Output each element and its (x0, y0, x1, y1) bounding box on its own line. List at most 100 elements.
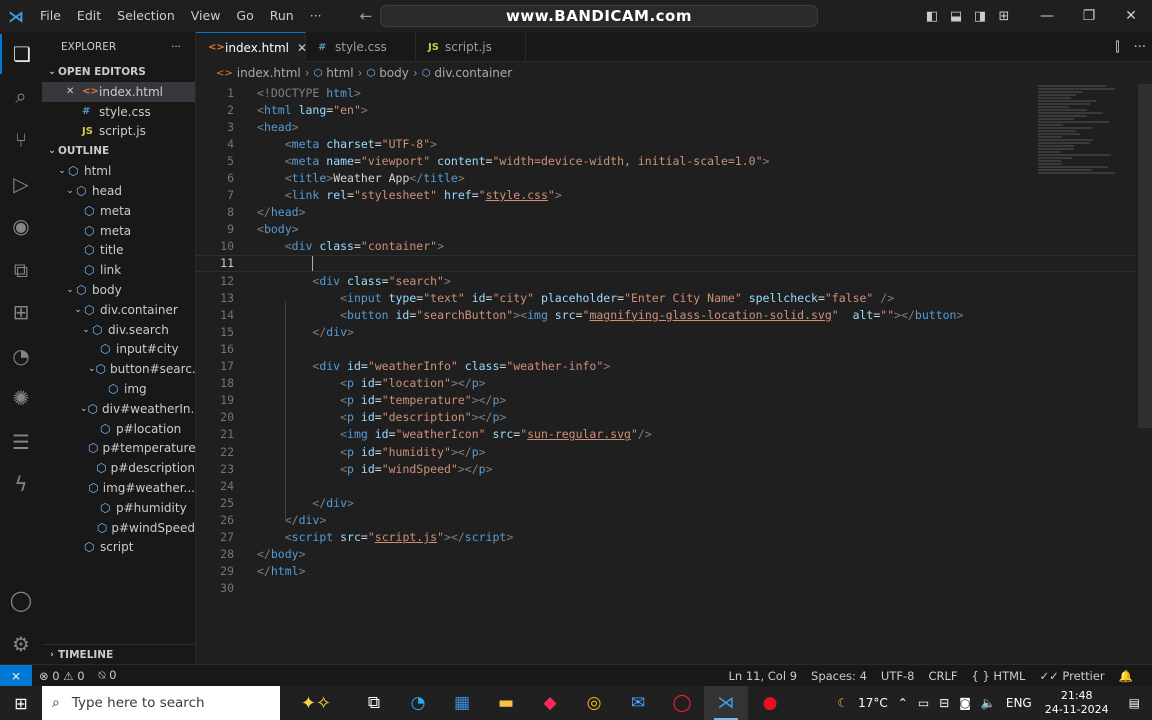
outline-item[interactable]: ⬡ p#description (42, 458, 195, 478)
code-editor[interactable]: 1 <!DOCTYPE html> 2 <html lang="en"> 3 <head>… (196, 84, 1136, 597)
outline-item[interactable]: ⌄ ⬡ button#searc... (42, 359, 195, 379)
explorer-icon[interactable]: ❏ (0, 34, 42, 74)
chevron-down-icon[interactable]: ⌄ (64, 285, 76, 295)
timeline-view-icon[interactable]: ☰ (0, 422, 42, 462)
code-line[interactable]: 12 <div class="search"> (196, 272, 1136, 289)
vscode-taskbar-icon[interactable]: ⋊ (704, 686, 748, 720)
outline-item[interactable]: ⬡ p#location (42, 419, 195, 439)
breadcrumb-item[interactable]: html (326, 66, 353, 80)
chevron-down-icon[interactable]: ⌄ (88, 364, 96, 374)
code-line[interactable]: 13 <input type="text" id="city" placehol… (196, 289, 1136, 306)
problems-indicator[interactable]: ⊗ 0 ⚠ 0 (32, 669, 92, 683)
code-line[interactable]: 15 </div> (196, 323, 1136, 340)
split-editor-icon[interactable]: ⫿ (1115, 40, 1119, 55)
code-line[interactable]: 14 <button id="searchButton"><img src="m… (196, 306, 1136, 323)
file-explorer-icon[interactable]: ▬ (484, 686, 528, 720)
outline-item[interactable]: ⬡ link (42, 260, 195, 280)
outline-item[interactable]: ⬡ script (42, 538, 195, 558)
code-line[interactable]: 18 <p id="location"></p> (196, 375, 1136, 392)
toggle-secondary-sidebar-icon[interactable]: ◨ (968, 9, 992, 24)
ports-indicator[interactable]: ⍉ 0 (92, 668, 124, 683)
outline-item[interactable]: ⌄ ⬡ div.search (42, 320, 195, 340)
tablet-icon[interactable]: ▭ (913, 696, 934, 710)
live-share-icon[interactable]: ◉ (0, 206, 42, 246)
code-line[interactable]: 30 (196, 580, 1136, 597)
close-icon[interactable]: ✕ (66, 86, 82, 97)
breadcrumb-item[interactable]: div.container (434, 66, 512, 80)
editor-tab[interactable]: # style.css (306, 32, 416, 62)
code-line[interactable]: 23 <p id="windSpeed"></p> (196, 460, 1136, 477)
outline-item[interactable]: ⌄ ⬡ head (42, 181, 195, 201)
menu-item[interactable]: File (32, 0, 69, 32)
code-line[interactable]: 3 <head> (196, 118, 1136, 135)
restore-icon[interactable]: ❐ (1068, 8, 1110, 24)
toggle-sidebar-icon[interactable]: ◧ (920, 9, 944, 24)
code-line[interactable]: 9 <body> (196, 221, 1136, 238)
timeline-section[interactable]: › TIMELINE (42, 644, 196, 664)
outline-item[interactable]: ⬡ p#windSpeed (42, 518, 195, 538)
notifications-bell-icon[interactable]: 🔔 (1112, 669, 1140, 683)
code-line[interactable]: 19 <p id="temperature"></p> (196, 392, 1136, 409)
intellij-icon[interactable]: ◆ (528, 686, 572, 720)
outline-item[interactable]: ⬡ img (42, 379, 195, 399)
chevron-down-icon[interactable]: ⌄ (80, 325, 92, 335)
prettier-status[interactable]: ✓✓ Prettier (1032, 669, 1111, 683)
code-line[interactable]: 5 <meta name="viewport" content="width=d… (196, 152, 1136, 169)
code-line[interactable]: 11 (196, 255, 1136, 272)
chevron-down-icon[interactable]: ⌄ (56, 166, 68, 176)
thunder-client-icon[interactable]: ϟ (0, 464, 42, 504)
toggle-panel-icon[interactable]: ⬓ (944, 9, 968, 24)
editor-tab[interactable]: <> index.html ✕ (196, 32, 306, 62)
code-line[interactable]: 21 <img id="weatherIcon" src="sun-regula… (196, 426, 1136, 443)
opera-icon[interactable]: ◯ (660, 686, 704, 720)
minimize-icon[interactable]: — (1026, 8, 1068, 24)
outline-item[interactable]: ⬡ input#city (42, 340, 195, 360)
minimap[interactable] (1038, 84, 1134, 164)
code-line[interactable]: 24 (196, 477, 1136, 494)
chevron-down-icon[interactable]: ⌄ (72, 305, 84, 315)
task-view-icon[interactable]: ⧉ (352, 686, 396, 720)
code-line[interactable]: 25 </div> (196, 494, 1136, 511)
open-editor-item[interactable]: ✕ <> index.html (42, 82, 195, 102)
clock[interactable]: 21:48 24-11-2024 (1037, 689, 1117, 717)
code-line[interactable]: 2 <html lang="en"> (196, 101, 1136, 118)
language-mode[interactable]: { } HTML (964, 669, 1032, 683)
outline-item[interactable]: ⬡ title (42, 241, 195, 261)
code-line[interactable]: 22 <p id="humidity"></p> (196, 443, 1136, 460)
open-editor-item[interactable]: JS script.js (42, 122, 195, 142)
outline-item[interactable]: ⬡ meta (42, 221, 195, 241)
remote-explorer-icon[interactable]: ⧉ (0, 250, 42, 290)
encoding[interactable]: UTF-8 (874, 669, 922, 683)
chrome-icon[interactable]: ◎ (572, 686, 616, 720)
run-debug-icon[interactable]: ▷ (0, 164, 42, 204)
editor-tab[interactable]: JS script.js (416, 32, 526, 62)
network-icon[interactable]: ⊟ (934, 696, 954, 710)
bandicam-icon[interactable]: ● (748, 686, 792, 720)
outline-item[interactable]: ⬡ p#temperature (42, 439, 195, 459)
more-actions-icon[interactable]: ··· (1134, 40, 1146, 55)
command-center-search[interactable]: www.BANDICAM.com (380, 5, 818, 27)
menu-item[interactable]: Selection (109, 0, 183, 32)
edge-devtools-icon[interactable]: ◔ (0, 336, 42, 376)
taskbar-search-box[interactable]: ⌕ Type here to search (42, 686, 280, 720)
outline-item[interactable]: ⌄ ⬡ body (42, 280, 195, 300)
mail-icon[interactable]: ✉ (616, 686, 660, 720)
back-arrow-icon[interactable]: ← (360, 7, 373, 25)
extensions-icon[interactable]: ⊞ (0, 292, 42, 332)
code-line[interactable]: 29 </html> (196, 563, 1136, 580)
search-icon[interactable]: ⌕ (0, 76, 42, 116)
code-line[interactable]: 17 <div id="weatherInfo" class="weather-… (196, 358, 1136, 375)
notifications-icon[interactable]: ▤ (1117, 696, 1152, 710)
code-line[interactable]: 6 <title>Weather App</title> (196, 169, 1136, 186)
close-window-icon[interactable]: ✕ (1110, 8, 1152, 24)
edge-browser-icon[interactable]: ◔ (396, 686, 440, 720)
outline-section[interactable]: ⌄ OUTLINE (42, 141, 195, 161)
code-line[interactable]: 20 <p id="description"></p> (196, 409, 1136, 426)
more-actions-icon[interactable]: ··· (171, 41, 181, 53)
outline-item[interactable]: ⌄ ⬡ div.container (42, 300, 195, 320)
cursor-position[interactable]: Ln 11, Col 9 (721, 669, 804, 683)
open-editors-section[interactable]: ⌄ OPEN EDITORS (42, 62, 195, 82)
line-ending[interactable]: CRLF (921, 669, 964, 683)
indentation[interactable]: Spaces: 4 (804, 669, 874, 683)
outline-item[interactable]: ⌄ ⬡ html (42, 161, 195, 181)
